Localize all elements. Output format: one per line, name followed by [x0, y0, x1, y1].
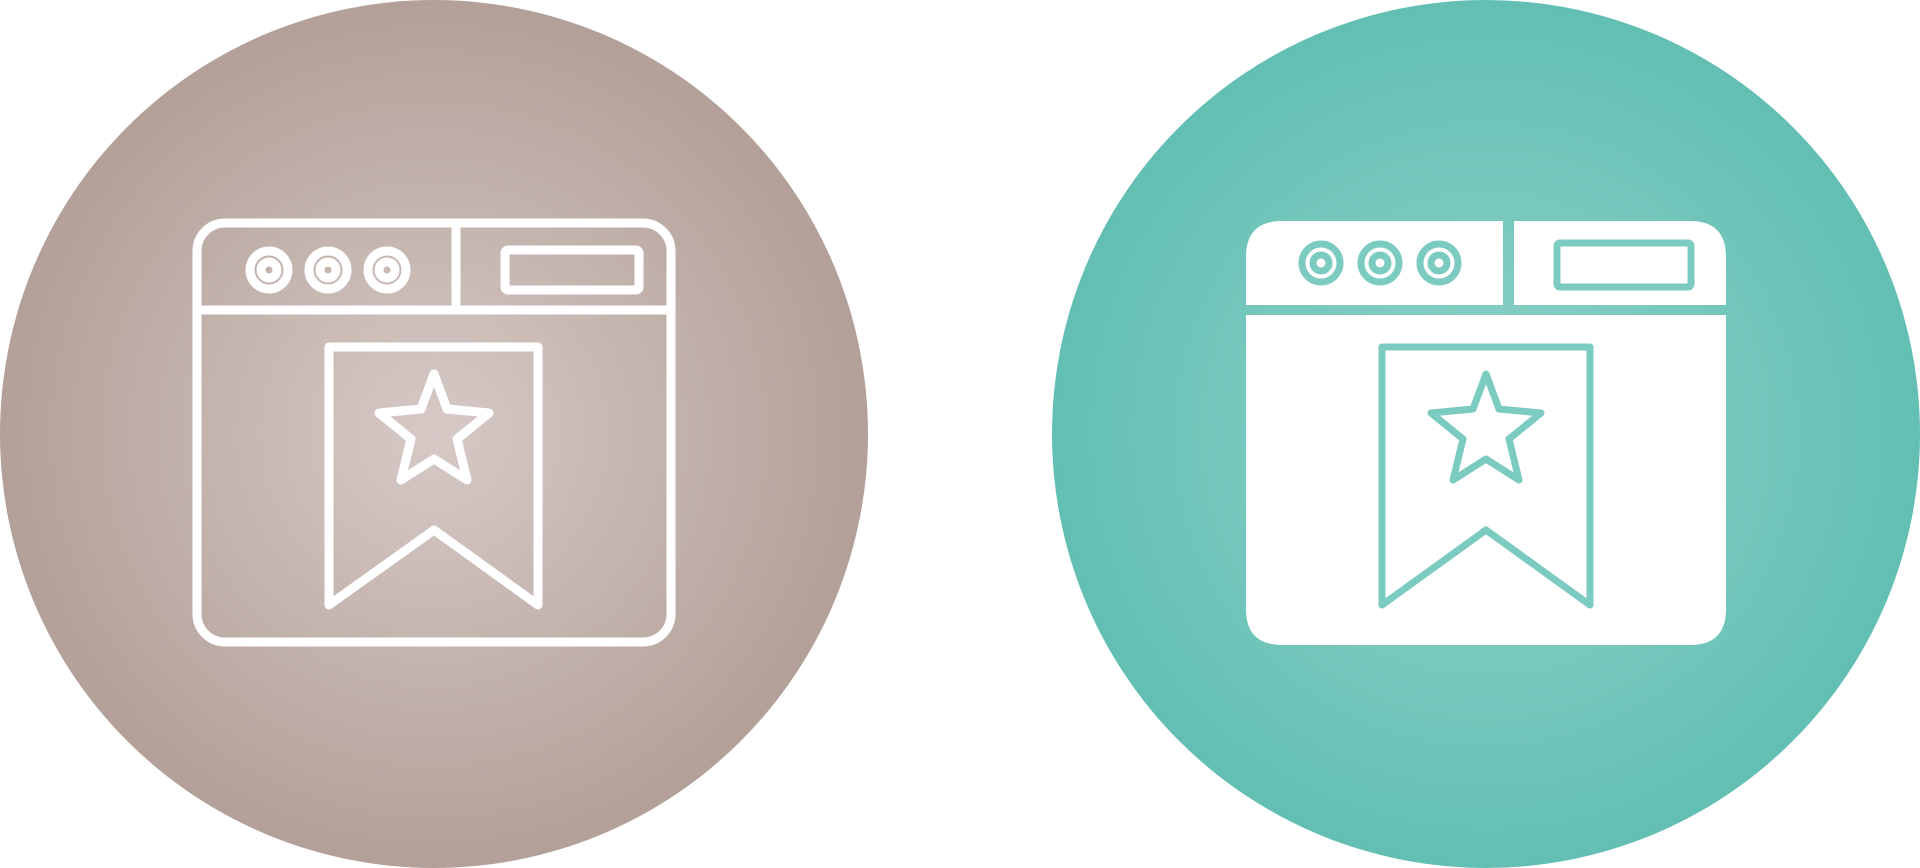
background-circle	[0, 0, 868, 868]
filled-browser-bookmark-icon	[1052, 0, 1920, 868]
icon-set-svg	[0, 0, 1920, 868]
browser-window-body	[1246, 315, 1726, 645]
icon-set-canvas	[0, 0, 1920, 868]
outline-browser-bookmark-icon	[0, 0, 868, 868]
